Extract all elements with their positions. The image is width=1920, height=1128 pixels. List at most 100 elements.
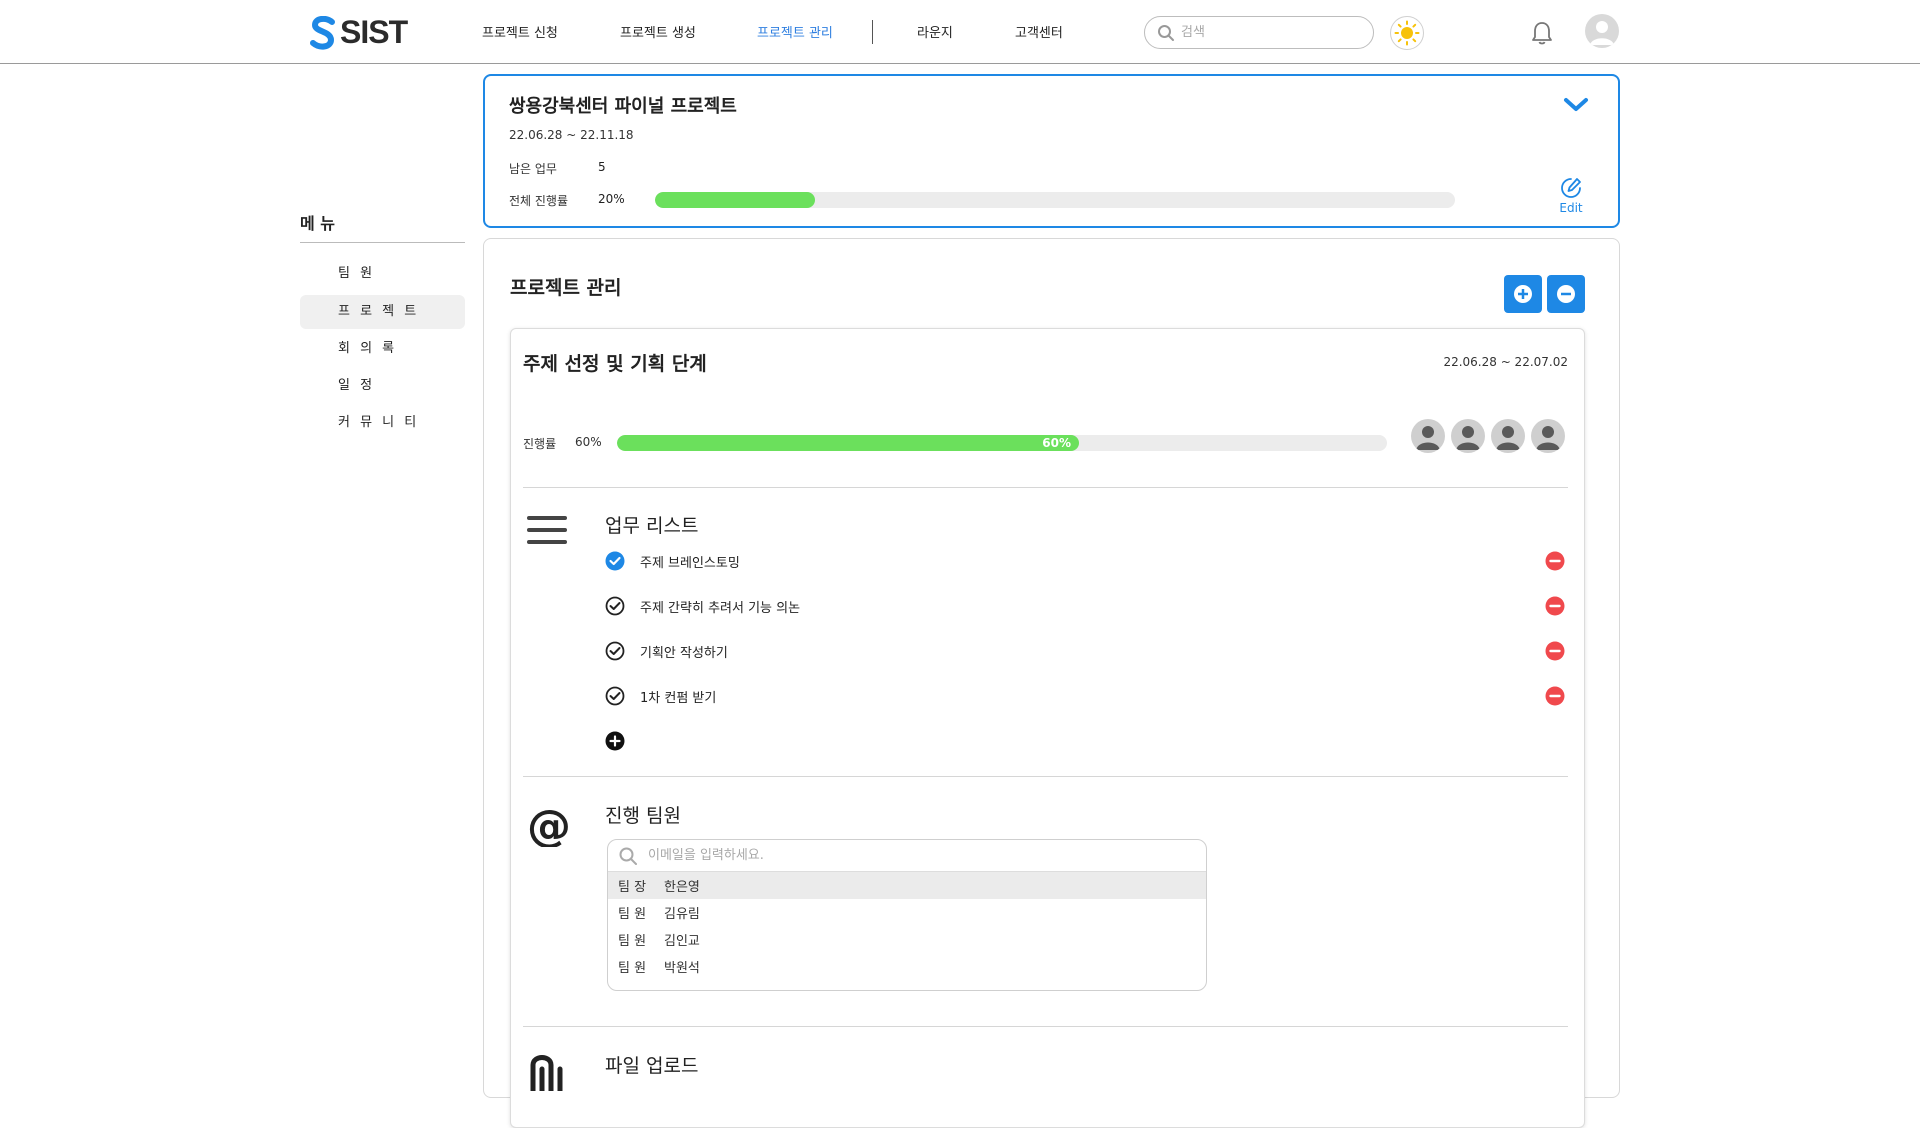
- task-text: 기획안 작성하기: [640, 645, 728, 661]
- user-icon: [1536, 426, 1560, 450]
- user-icon: [1496, 426, 1520, 450]
- svg-text:@: @: [527, 803, 571, 847]
- task-list-title: 업무 리스트: [605, 515, 699, 537]
- task-item[interactable]: 기획안 작성하기: [605, 638, 1565, 664]
- member-name: 김유림: [664, 907, 700, 922]
- sidebar-item-team[interactable]: 팀 원: [300, 257, 465, 291]
- member-row[interactable]: 팀 원 김유림: [608, 899, 1206, 926]
- plus-circle-icon: [1514, 285, 1532, 303]
- remove-stage-button[interactable]: [1547, 275, 1585, 313]
- task-text: 1차 컨펌 받기: [640, 690, 717, 706]
- overall-progress-label: 전체 진행률: [509, 194, 569, 208]
- notification-button[interactable]: [1530, 20, 1554, 50]
- sist-logo[interactable]: SIST: [310, 14, 408, 51]
- bell-icon: [1532, 22, 1552, 45]
- team-member-box: 팀 장 한은영 팀 원 김유림 팀 원 김인교 팀 원 박원석: [607, 839, 1207, 991]
- member-search[interactable]: [608, 840, 1206, 872]
- add-task-icon[interactable]: [605, 731, 625, 751]
- nav-lounge[interactable]: 라운지: [917, 22, 953, 41]
- nav-divider: [872, 20, 873, 44]
- remove-task-icon[interactable]: [1545, 686, 1565, 706]
- nav-customer-center[interactable]: 고객센터: [1015, 22, 1063, 41]
- member-row[interactable]: 팀 장 한은영: [608, 872, 1206, 899]
- stage-progress-fill: 60%: [617, 435, 1079, 451]
- user-icon: [1590, 21, 1614, 45]
- member-avatar[interactable]: [1411, 419, 1445, 453]
- search-icon: [1158, 24, 1174, 41]
- check-outline-icon[interactable]: [605, 641, 625, 661]
- nav-project-create[interactable]: 프로젝트 생성: [620, 22, 696, 41]
- sidebar-item-project[interactable]: 프 로 젝 트: [300, 295, 465, 329]
- member-avatar[interactable]: [1451, 419, 1485, 453]
- file-upload-title: 파일 업로드: [605, 1055, 699, 1077]
- edit-label: Edit: [1559, 201, 1583, 215]
- logo-s-icon: [310, 15, 335, 50]
- check-outline-icon[interactable]: [605, 686, 625, 706]
- task-item[interactable]: 주제 간략히 추려서 기능 의논: [605, 593, 1565, 619]
- project-title: 쌍용강북센터 파이널 프로젝트: [509, 96, 737, 117]
- overall-progress-fill: [655, 192, 815, 208]
- stage-progress-value: 60%: [575, 435, 602, 449]
- task-item[interactable]: 1차 컨펌 받기: [605, 683, 1565, 709]
- member-avatar[interactable]: [1491, 419, 1525, 453]
- project-date-range: 22.06.28 ~ 22.11.18: [509, 128, 634, 142]
- member-avatar[interactable]: [1531, 419, 1565, 453]
- stage-progress-label: 진행률: [523, 437, 557, 451]
- management-title: 프로젝트 관리: [510, 277, 622, 299]
- task-text: 주제 브레인스토밍: [640, 555, 740, 571]
- stage-card: 주제 선정 및 기획 단계 22.06.28 ~ 22.07.02 진행률 60…: [510, 328, 1585, 1128]
- member-role: 팀 장: [618, 880, 647, 895]
- project-management-panel: 프로젝트 관리 주제 선정 및 기획 단계 22.06.28 ~ 22.07.0…: [483, 238, 1620, 1128]
- stage-member-avatars: [1411, 419, 1565, 453]
- member-row[interactable]: 팀 원 박원석: [608, 953, 1206, 980]
- logo-text: SIST: [340, 14, 408, 50]
- member-name: 한은영: [664, 880, 700, 895]
- sidebar-divider: [300, 242, 465, 243]
- search-icon: [619, 847, 637, 865]
- add-stage-button[interactable]: [1504, 275, 1542, 313]
- nav-project-manage[interactable]: 프로젝트 관리: [757, 22, 833, 41]
- section-divider: [523, 487, 1568, 488]
- stage-progress-bar: 60%: [617, 435, 1387, 451]
- at-sign-icon: @: [527, 803, 571, 847]
- check-filled-icon[interactable]: [605, 551, 625, 571]
- nav-project-apply[interactable]: 프로젝트 신청: [482, 22, 558, 41]
- edit-icon: [1561, 178, 1581, 198]
- collapse-button[interactable]: [1563, 96, 1589, 118]
- remove-task-icon[interactable]: [1545, 551, 1565, 571]
- remove-task-icon[interactable]: [1545, 596, 1565, 616]
- overall-progress-bar: [655, 192, 1455, 208]
- minus-circle-icon: [1557, 285, 1575, 303]
- menu-list-icon: [527, 516, 567, 544]
- user-icon: [1456, 426, 1480, 450]
- member-role: 팀 원: [618, 961, 647, 976]
- member-row[interactable]: 팀 원 김인교: [608, 926, 1206, 953]
- member-email-input[interactable]: [648, 848, 1148, 863]
- task-item[interactable]: 주제 브레인스토밍: [605, 548, 1565, 574]
- stage-title: 주제 선정 및 기획 단계: [523, 353, 707, 375]
- check-outline-icon[interactable]: [605, 596, 625, 616]
- paperclip-icon: [530, 1055, 563, 1091]
- sidebar-item-schedule[interactable]: 일 정: [300, 369, 465, 403]
- user-icon: [1416, 426, 1440, 450]
- project-summary-card: 쌍용강북센터 파이널 프로젝트 22.06.28 ~ 22.11.18 남은 업…: [483, 74, 1620, 228]
- team-section-title: 진행 팀원: [605, 805, 681, 827]
- sidebar-title: 메 뉴: [300, 214, 336, 233]
- add-task-row[interactable]: [605, 728, 1565, 754]
- member-role: 팀 원: [618, 907, 647, 922]
- sidebar-item-community[interactable]: 커 뮤 니 티: [300, 406, 465, 440]
- remaining-tasks-label: 남은 업무: [509, 162, 557, 176]
- sidebar-item-minutes[interactable]: 회 의 록: [300, 332, 465, 366]
- remaining-tasks-value: 5: [598, 160, 606, 174]
- stage-date-range: 22.06.28 ~ 22.07.02: [1443, 355, 1568, 369]
- user-avatar[interactable]: [1585, 14, 1619, 48]
- member-name: 박원석: [664, 961, 700, 976]
- search-input[interactable]: [1181, 25, 1351, 40]
- search-box[interactable]: [1144, 16, 1374, 49]
- theme-toggle-button[interactable]: [1390, 16, 1424, 50]
- section-divider: [523, 1026, 1568, 1027]
- sun-icon: [1394, 20, 1420, 46]
- edit-button[interactable]: Edit: [1559, 176, 1583, 215]
- chevron-down-icon: [1564, 98, 1588, 111]
- remove-task-icon[interactable]: [1545, 641, 1565, 661]
